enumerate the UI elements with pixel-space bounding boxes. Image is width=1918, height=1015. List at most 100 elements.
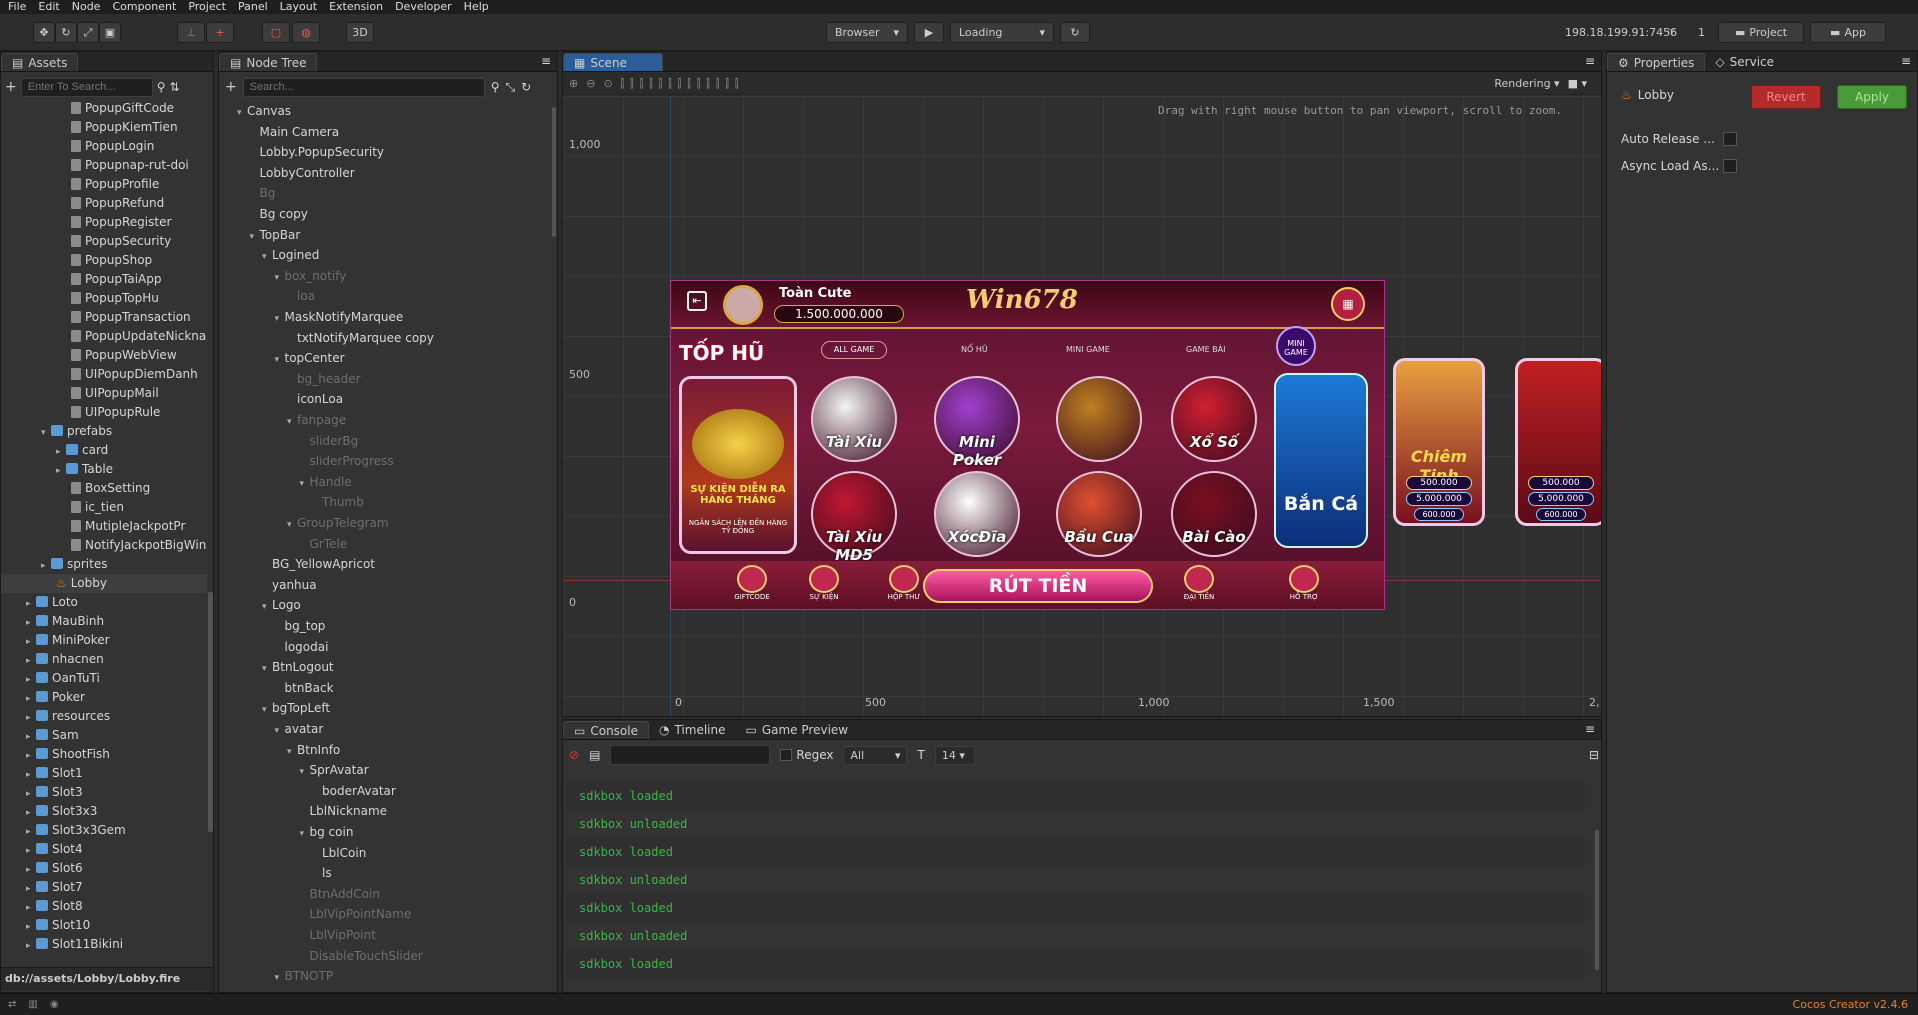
zoom-in-icon[interactable]: ⊕: [569, 77, 578, 90]
sort-icon[interactable]: ⇅: [170, 80, 180, 94]
collapse-console-icon[interactable]: ⊟: [1589, 748, 1599, 762]
chevron-right-icon[interactable]: ▸: [26, 842, 36, 859]
asset-item[interactable]: PopupWebView: [1, 346, 207, 365]
node-item[interactable]: DisableTouchSlider: [219, 947, 539, 966]
search-icon[interactable]: ⚲: [491, 80, 500, 94]
chevron-down-icon[interactable]: ▾: [287, 743, 297, 760]
asset-item[interactable]: Popupnap-rut-doi: [1, 156, 207, 175]
chevron-down-icon[interactable]: ▾: [275, 351, 285, 368]
chevron-right-icon[interactable]: ▸: [26, 937, 36, 954]
chevron-down-icon[interactable]: ▾: [250, 228, 260, 245]
asset-item[interactable]: ▸ Slot7: [1, 878, 207, 897]
asset-item[interactable]: UIPopupDiemDanh: [1, 365, 207, 384]
node-item[interactable]: GrTele: [219, 535, 539, 554]
asset-item[interactable]: PopupProfile: [1, 175, 207, 194]
menu-component[interactable]: Component: [112, 0, 176, 14]
node-item[interactable]: ▾ Canvas: [219, 102, 539, 121]
asset-item[interactable]: PopupUpdateNicknam: [1, 327, 207, 346]
chevron-down-icon[interactable]: ▾: [300, 475, 310, 492]
chevron-right-icon[interactable]: ▸: [26, 614, 36, 631]
node-item[interactable]: LblCoin: [219, 844, 539, 863]
menu-layout[interactable]: Layout: [280, 0, 317, 14]
node-item[interactable]: ▾ MaskNotifyMarquee: [219, 308, 539, 327]
bottom-button[interactable]: GIFTCODE: [729, 565, 775, 607]
console-scrollbar[interactable]: [1595, 830, 1599, 970]
move-tool-button[interactable]: ✥: [33, 22, 55, 43]
asset-item[interactable]: ▸ Slot3: [1, 783, 207, 802]
asset-item[interactable]: ▸ sprites: [1, 555, 207, 574]
snap-button[interactable]: ▢: [262, 22, 290, 43]
asset-item[interactable]: ▸ Table: [1, 460, 207, 479]
node-item[interactable]: ▾ BtnLogout: [219, 658, 539, 677]
app-button[interactable]: ▬ App: [1810, 22, 1886, 43]
rotate-tool-button[interactable]: ↻: [55, 22, 77, 43]
asset-item[interactable]: ♨ Lobby: [1, 574, 207, 593]
node-item[interactable]: ▾ Logo: [219, 596, 539, 615]
mode-3d-button[interactable]: 3D: [346, 22, 374, 43]
node-item[interactable]: boderAvatar: [219, 782, 539, 801]
node-item[interactable]: ▾ Logined: [219, 246, 539, 265]
menu-help[interactable]: Help: [464, 0, 489, 14]
mini-game-button[interactable]: MINI GAME: [1276, 326, 1316, 366]
search-icon[interactable]: ⚲: [157, 80, 166, 94]
zoom-reset-icon[interactable]: ⊙: [603, 77, 612, 90]
ban-ca-card[interactable]: Bắn Cá: [1274, 373, 1368, 548]
console-filter-input[interactable]: [610, 745, 771, 765]
asset-item[interactable]: PopupTopHu: [1, 289, 207, 308]
asset-item[interactable]: PopupTransaction: [1, 308, 207, 327]
asset-item[interactable]: UIPopupMail: [1, 384, 207, 403]
chevron-right-icon[interactable]: ▸: [26, 652, 36, 669]
regex-checkbox[interactable]: Regex: [780, 748, 833, 762]
node-item[interactable]: iconLoa: [219, 390, 539, 409]
asset-item[interactable]: MutipleJackpotPr: [1, 517, 207, 536]
asset-item[interactable]: ic_tien: [1, 498, 207, 517]
menu-edit[interactable]: Edit: [38, 0, 59, 14]
clear-console-icon[interactable]: ⊘: [569, 748, 579, 762]
node-item[interactable]: ▾ GroupTelegram: [219, 514, 539, 533]
chevron-right-icon[interactable]: ▸: [56, 462, 66, 479]
panel-menu-icon[interactable]: ≡: [1585, 54, 1595, 68]
chevron-right-icon[interactable]: ▸: [26, 671, 36, 688]
node-item[interactable]: ls: [219, 864, 539, 883]
game-icon[interactable]: [1056, 376, 1142, 462]
node-item[interactable]: ▾ box_notify: [219, 267, 539, 286]
angry-bird-card[interactable]: 500.000 5.000.000 600.000: [1515, 358, 1601, 526]
node-item[interactable]: btn_otp: [219, 988, 539, 992]
assets-scrollbar[interactable]: [208, 592, 213, 832]
asset-item[interactable]: ▸ MiniPoker: [1, 631, 207, 650]
asset-item[interactable]: ▸ Slot3x3Gem: [1, 821, 207, 840]
tab-game-bai[interactable]: GAME BÀI: [1186, 345, 1226, 354]
chevron-right-icon[interactable]: ▸: [26, 728, 36, 745]
chevron-right-icon[interactable]: ▸: [26, 861, 36, 878]
node-item[interactable]: ▾ BtnInfo: [219, 741, 539, 760]
chevron-right-icon[interactable]: ▸: [26, 766, 36, 783]
menu-file[interactable]: File: [8, 0, 26, 14]
node-item[interactable]: Thumb: [219, 493, 539, 512]
node-item[interactable]: sliderBg: [219, 432, 539, 451]
node-item[interactable]: bg_header: [219, 370, 539, 389]
browser-select[interactable]: Browser ▾: [826, 22, 908, 43]
node-item[interactable]: ▾ TopBar: [219, 226, 539, 245]
menu-developer[interactable]: Developer: [395, 0, 452, 14]
node-item[interactable]: bg_top: [219, 617, 539, 636]
asset-item[interactable]: PopupRefund: [1, 194, 207, 213]
node-item[interactable]: BG_YellowApricot: [219, 555, 539, 574]
chevron-right-icon[interactable]: ▸: [26, 880, 36, 897]
tab-scene[interactable]: ▦ Scene: [563, 53, 663, 71]
status-icon-3[interactable]: ◉: [50, 999, 59, 1010]
node-item[interactable]: logodai: [219, 638, 539, 657]
project-button[interactable]: ▬ Project: [1718, 22, 1804, 43]
chevron-right-icon[interactable]: ▸: [56, 443, 66, 460]
node-item[interactable]: LblVipPointName: [219, 905, 539, 924]
asset-item[interactable]: ▸ Slot8: [1, 897, 207, 916]
node-item[interactable]: BtnAddCoin: [219, 885, 539, 904]
node-search-input[interactable]: [242, 77, 485, 97]
chevron-right-icon[interactable]: ▸: [26, 709, 36, 726]
node-item[interactable]: ▾ Handle: [219, 473, 539, 492]
node-item[interactable]: Lobby.PopupSecurity: [219, 143, 539, 162]
chevron-down-icon[interactable]: ▾: [287, 516, 297, 533]
log-level-select[interactable]: All ▾: [843, 745, 908, 765]
node-tree-scrollbar[interactable]: [552, 107, 556, 237]
node-item[interactable]: ▾ SprAvatar: [219, 761, 539, 780]
collapse-icon[interactable]: ⤡: [506, 80, 516, 95]
